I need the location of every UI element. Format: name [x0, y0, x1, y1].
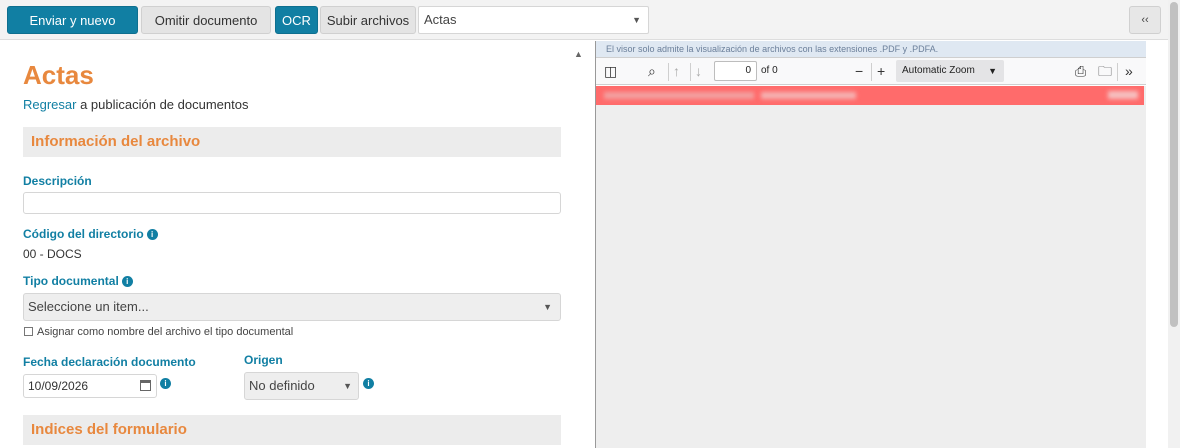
calendar-icon[interactable]	[140, 380, 151, 391]
back-text: a publicación de documentos	[76, 97, 249, 112]
caret-down-icon: ▼	[343, 381, 352, 391]
directory-code-label-text: Código del directorio	[23, 227, 144, 241]
arrow-up-icon[interactable]: ↑	[673, 63, 680, 79]
page-scrollbar-thumb[interactable]	[1170, 2, 1178, 327]
scroll-up-icon[interactable]: ▲	[574, 49, 583, 59]
section-form-indices-title: Indices del formulario	[31, 421, 187, 438]
page-number-input[interactable]: 0	[714, 61, 757, 81]
zoom-out-icon[interactable]: −	[855, 63, 863, 79]
print-icon[interactable]: ⎙	[1075, 63, 1086, 79]
top-toolbar: Enviar y nuevo Omitir documento OCR Subi…	[0, 0, 1168, 40]
back-line: Regresar a publicación de documentos	[23, 97, 248, 112]
collapse-panel-button[interactable]: ‹‹	[1129, 6, 1161, 34]
redacted-text	[1108, 91, 1138, 99]
declaration-date-input[interactable]: 10/09/2026	[23, 374, 157, 398]
redacted-text	[604, 92, 754, 99]
viewer-toolbar: ◫ ⌕ ↑ ↓ 0 of 0 − + Automatic Zoom ▼ ⎙ 🗀 …	[596, 57, 1146, 85]
caret-down-icon: ▼	[988, 66, 997, 76]
viewer-canvas	[596, 86, 1146, 448]
arrow-down-icon[interactable]: ↓	[695, 63, 702, 79]
info-icon[interactable]: i	[121, 276, 133, 287]
document-type-select-value: Actas	[424, 12, 457, 27]
back-link[interactable]: Regresar	[23, 97, 76, 112]
doc-type-label: Tipo documental i	[23, 274, 133, 288]
info-icon[interactable]: i	[146, 229, 158, 240]
description-input[interactable]	[23, 192, 561, 214]
ocr-button[interactable]: OCR	[275, 6, 318, 34]
redacted-text	[761, 92, 856, 99]
page-count: of 0	[761, 65, 778, 76]
origin-select[interactable]: No definido ▼	[244, 372, 359, 400]
doc-type-select[interactable]: Seleccione un item... ▼	[23, 293, 561, 321]
assign-name-checkbox[interactable]	[24, 327, 33, 336]
divider	[1117, 63, 1118, 81]
search-icon[interactable]: ⌕	[648, 63, 656, 79]
form-panel: ▲ Actas Regresar a publicación de docume…	[0, 41, 590, 448]
doc-type-select-value: Seleccione un item...	[28, 299, 149, 314]
pdf-viewer: El visor solo admite la visualización de…	[595, 41, 1146, 448]
assign-name-label: Asignar como nombre del archivo el tipo …	[37, 326, 294, 338]
open-file-icon[interactable]: 🗀	[1098, 63, 1112, 79]
caret-down-icon: ▼	[632, 15, 641, 25]
doc-type-label-text: Tipo documental	[23, 274, 119, 288]
caret-down-icon: ▼	[543, 302, 552, 312]
page-scrollbar[interactable]	[1168, 0, 1180, 448]
more-tools-icon[interactable]: »	[1125, 63, 1133, 79]
sidebar-toggle-icon[interactable]: ◫	[604, 63, 617, 79]
zoom-in-icon[interactable]: +	[877, 63, 885, 79]
send-and-new-button[interactable]: Enviar y nuevo	[7, 6, 138, 34]
section-file-info: Información del archivo	[23, 127, 561, 157]
info-icon[interactable]: i	[160, 378, 171, 389]
divider	[871, 63, 872, 81]
info-icon[interactable]: i	[363, 378, 374, 389]
declaration-date-label: Fecha declaración documento	[23, 355, 196, 369]
skip-document-button[interactable]: Omitir documento	[141, 6, 271, 34]
description-label: Descripción	[23, 174, 92, 188]
upload-files-button[interactable]: Subir archivos	[320, 6, 416, 34]
document-type-select[interactable]: Actas ▼	[418, 6, 649, 34]
section-file-info-title: Información del archivo	[31, 133, 201, 150]
error-message-bar	[596, 86, 1144, 105]
origin-label: Origen	[244, 353, 283, 367]
divider	[668, 63, 669, 81]
viewer-notice: El visor solo admite la visualización de…	[596, 41, 1146, 57]
divider	[690, 63, 691, 81]
zoom-select[interactable]: Automatic Zoom ▼	[896, 60, 1004, 82]
directory-code-label: Código del directorio i	[23, 227, 158, 241]
page-title: Actas	[23, 60, 94, 90]
section-form-indices: Indices del formulario	[23, 415, 561, 445]
directory-code-value: 00 - DOCS	[23, 247, 82, 261]
zoom-select-value: Automatic Zoom	[902, 65, 975, 76]
declaration-date-value: 10/09/2026	[28, 379, 89, 393]
origin-select-value: No definido	[249, 378, 315, 393]
